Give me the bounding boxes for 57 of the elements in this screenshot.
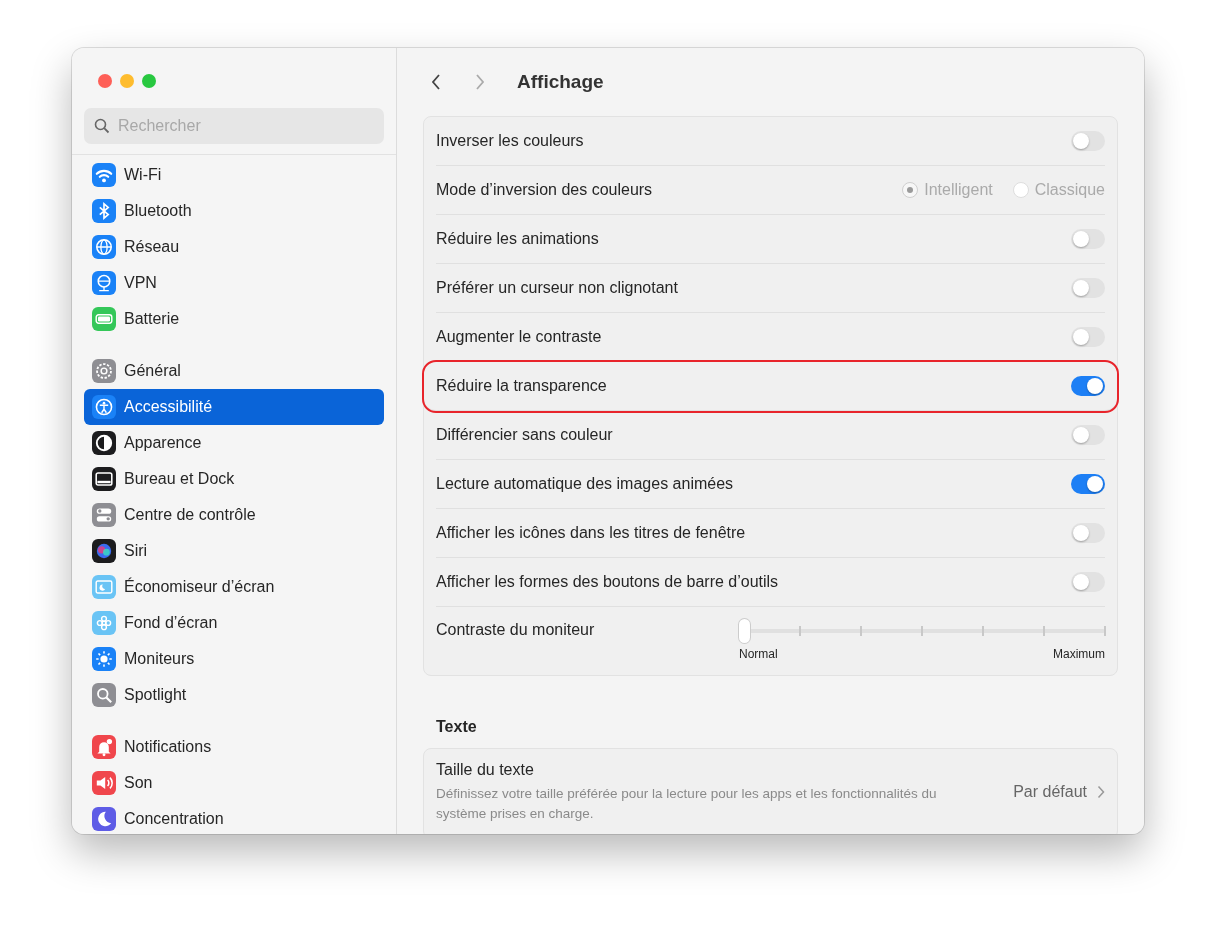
section-heading: Texte xyxy=(436,718,478,736)
minimize-button[interactable] xyxy=(120,74,134,88)
sidebar-item[interactable]: Réseau xyxy=(84,229,384,265)
setting-label: Mode d’inversion des couleurs xyxy=(436,181,653,199)
sidebar-item[interactable]: Général xyxy=(84,353,384,389)
window-title: Affichage xyxy=(517,71,604,93)
setting-label: Réduire les animations xyxy=(436,230,599,248)
sidebar-item[interactable]: VPN xyxy=(84,265,384,301)
close-button[interactable] xyxy=(98,74,112,88)
setting-label: Afficher les formes des boutons de barre d’outils xyxy=(436,573,779,591)
sidebar-item[interactable]: Apparence xyxy=(84,425,384,461)
sidebar-item[interactable]: Économiseur d’écran xyxy=(84,569,384,605)
sidebar-item[interactable]: Accessibilité xyxy=(84,389,384,425)
slider-thumb[interactable] xyxy=(739,619,750,643)
setting-label: Lecture automatique des images animées xyxy=(436,475,734,493)
sidebar-item[interactable]: Wi-Fi xyxy=(84,157,384,193)
toggle-switch[interactable] xyxy=(1071,376,1105,396)
sidebar-item[interactable]: Bureau et Dock xyxy=(84,461,384,497)
sidebar-item[interactable]: Siri xyxy=(84,533,384,569)
setting-label: Afficher les icônes dans les titres de fenêtre xyxy=(436,524,746,542)
setting-label: Préférer un curseur non clignotant xyxy=(436,279,678,297)
setting-label: Taille du texte xyxy=(436,761,535,779)
zoom-button[interactable] xyxy=(142,74,156,88)
sidebar-item[interactable]: Fond d’écran xyxy=(84,605,384,641)
toggle-switch[interactable] xyxy=(1071,278,1105,298)
radio-label: Intelligent xyxy=(924,181,993,199)
setting-label: Réduire la transparence xyxy=(436,377,607,395)
setting-label: Différencier sans couleur xyxy=(436,426,613,444)
slider-max-label: Maximum xyxy=(1053,647,1105,661)
chevron-right-icon xyxy=(475,74,485,90)
sidebar-item[interactable]: Bluetooth xyxy=(84,193,384,229)
setting-label: Inverser les couleurs xyxy=(436,132,584,150)
sidebar-item[interactable]: Spotlight xyxy=(84,677,384,713)
toggle-switch[interactable] xyxy=(1071,131,1105,151)
sidebar-item[interactable]: Centre de contrôle xyxy=(84,497,384,533)
search-field[interactable]: Rechercher xyxy=(84,108,384,144)
setting-description: Définissez votre taille préférée pour la lecture pour les apps et les fonctionnalités du système prises en charge. xyxy=(436,785,938,823)
toggle-switch[interactable] xyxy=(1071,327,1105,347)
chevron-left-icon xyxy=(431,74,441,90)
setting-label: Augmenter le contraste xyxy=(436,328,602,346)
search-icon xyxy=(94,118,110,134)
toggle-switch[interactable] xyxy=(1071,523,1105,543)
radio-label: Classique xyxy=(1034,181,1105,199)
toggle-switch[interactable] xyxy=(1071,425,1105,445)
toggle-switch[interactable] xyxy=(1071,229,1105,249)
chevron-icon xyxy=(1097,785,1105,800)
sidebar-item[interactable]: Notifications xyxy=(84,729,384,765)
slider[interactable] xyxy=(739,619,1105,643)
toggle-switch[interactable] xyxy=(1071,474,1105,494)
sidebar-item[interactable]: Moniteurs xyxy=(84,641,384,677)
sidebar-item[interactable]: Concentration xyxy=(84,801,384,834)
slider-min-label: Normal xyxy=(739,647,778,661)
setting-label: Contraste du moniteur xyxy=(436,621,595,639)
value-link[interactable]: Par défaut xyxy=(1013,783,1087,802)
toggle-switch[interactable] xyxy=(1071,572,1105,592)
sidebar-item[interactable]: Son xyxy=(84,765,384,801)
sidebar-item[interactable]: Batterie xyxy=(84,301,384,337)
